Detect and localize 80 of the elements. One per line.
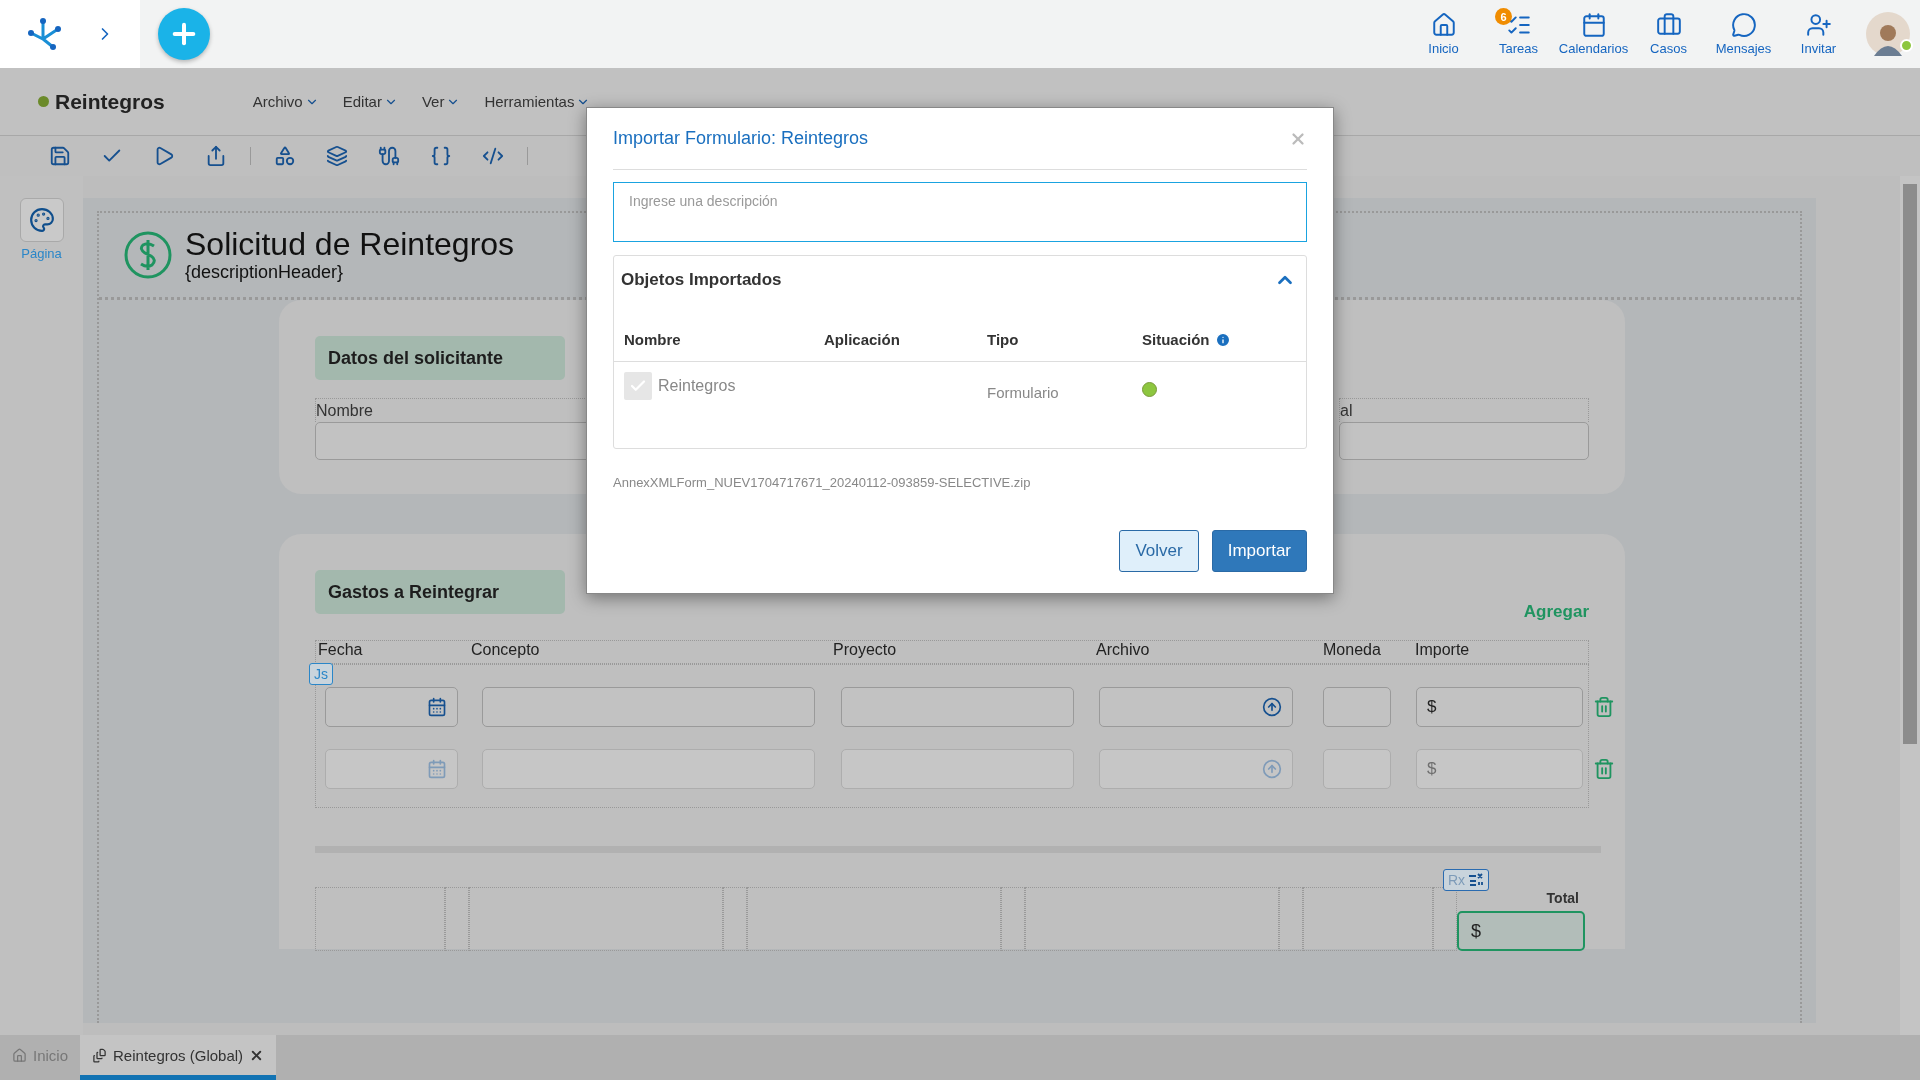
column-header: Importe xyxy=(1414,641,1471,660)
cable-icon xyxy=(378,145,400,167)
shapes-icon xyxy=(274,145,296,167)
column-header: Concepto xyxy=(470,641,541,660)
nav-item[interactable]: Casos xyxy=(1631,12,1706,56)
palette-icon xyxy=(28,207,55,233)
section-heading: Gastos a Reintegrar xyxy=(315,570,565,614)
bottom-tab[interactable]: Reintegros (Global) xyxy=(80,1035,277,1080)
layers-icon xyxy=(326,145,348,167)
rail-label: Página xyxy=(21,246,62,261)
scrollbar[interactable] xyxy=(1900,176,1920,1035)
status-dot xyxy=(38,96,49,107)
empty-cell xyxy=(1279,887,1303,951)
section-heading: Datos del solicitante xyxy=(315,336,565,380)
dollar-icon xyxy=(123,230,173,280)
file-field[interactable] xyxy=(1099,687,1293,727)
delete-icon[interactable] xyxy=(1593,696,1615,718)
menu-item[interactable]: Ver xyxy=(421,93,461,110)
form-subtitle: {descriptionHeader} xyxy=(185,262,345,284)
column-header: Archivo xyxy=(1095,641,1151,660)
column-header: Proyecto xyxy=(832,641,898,660)
document-title: Reintegros xyxy=(55,89,165,114)
delete-icon[interactable] xyxy=(1593,758,1615,780)
import-button[interactable]: Importar xyxy=(1211,530,1307,572)
formula-icon xyxy=(1468,873,1485,887)
code-icon xyxy=(482,145,504,167)
upload-icon[interactable] xyxy=(1262,697,1282,717)
empty-cell xyxy=(445,887,469,951)
column-header: Situación xyxy=(1142,331,1296,348)
input-field[interactable] xyxy=(1339,422,1589,460)
save-icon xyxy=(49,145,71,167)
column-header: Fecha xyxy=(317,641,364,660)
file-field[interactable] xyxy=(1099,749,1293,789)
date-field[interactable] xyxy=(325,687,458,727)
add-button[interactable] xyxy=(158,8,210,60)
nav-item[interactable]: Calendarios xyxy=(1556,12,1631,56)
total-label: Total xyxy=(1545,889,1580,908)
count-badge: 6 xyxy=(1495,8,1512,25)
add-user-icon xyxy=(1805,12,1832,38)
braces-icon xyxy=(430,145,452,167)
object-name: Reintegros xyxy=(658,377,736,395)
input-field[interactable] xyxy=(482,687,815,727)
nav-item[interactable]: Inicio xyxy=(1406,12,1481,56)
calendar-icon[interactable] xyxy=(427,697,447,717)
input-field[interactable] xyxy=(482,749,815,789)
empty-cell xyxy=(1001,887,1025,951)
description-field[interactable]: Ingrese una descripción xyxy=(613,182,1307,242)
avatar[interactable] xyxy=(1866,12,1910,56)
column-header: Aplicación xyxy=(824,331,901,348)
form-icon xyxy=(92,1047,108,1063)
back-button[interactable]: Volver xyxy=(1119,530,1199,572)
file-name: AnnexXMLForm_NUEV1704717671_20240112-093859-SELECTIVE.zip xyxy=(613,475,1032,490)
info-icon[interactable] xyxy=(1214,331,1231,348)
nav-item[interactable]: Invitar xyxy=(1781,12,1856,56)
dialog-title: Importar Formulario: Reintegros xyxy=(613,128,869,149)
input-field[interactable] xyxy=(841,749,1074,789)
menu-item[interactable]: Archivo xyxy=(252,93,319,110)
checkbox[interactable] xyxy=(624,372,652,400)
palette-button[interactable] xyxy=(19,198,64,242)
amount-field[interactable]: $ xyxy=(1416,687,1583,727)
total-field[interactable]: $ xyxy=(1457,911,1585,951)
column-header: Moneda xyxy=(1322,641,1382,660)
home-icon xyxy=(12,1047,27,1063)
object-type: Formulario xyxy=(987,383,1060,401)
home-icon xyxy=(1430,12,1457,38)
column-header: Nombre xyxy=(624,331,682,348)
menu-item[interactable]: Herramientas xyxy=(484,93,591,110)
calendar-icon xyxy=(1580,12,1607,38)
input-field[interactable] xyxy=(841,687,1074,727)
export-icon xyxy=(205,145,227,167)
input-field[interactable] xyxy=(1323,749,1391,789)
nav-item[interactable]: Mensajes xyxy=(1706,12,1781,56)
form-title: Solicitud de Reintegros xyxy=(185,226,515,263)
chat-icon xyxy=(1730,12,1757,38)
briefcase-icon xyxy=(1655,12,1682,38)
panel-header[interactable]: Objetos Importados xyxy=(614,256,1306,304)
empty-cell xyxy=(723,887,747,951)
input-field[interactable] xyxy=(1323,687,1391,727)
menu-item[interactable]: Editar xyxy=(342,93,398,110)
column-header: Tipo xyxy=(987,331,1020,348)
